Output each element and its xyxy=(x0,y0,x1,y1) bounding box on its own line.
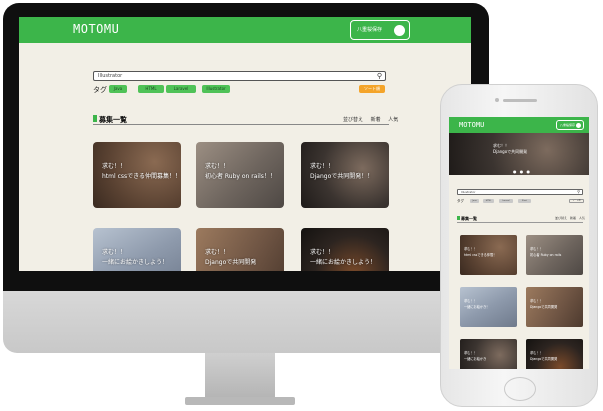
header-toggle-label: 八重桜保存 xyxy=(357,27,383,33)
sort-option-popular[interactable]: 人気 xyxy=(388,117,398,123)
card-title: 求む！！ xyxy=(530,299,543,303)
phone-search-input[interactable]: Illustrator ⚲ xyxy=(457,189,583,195)
sort-option-new[interactable]: 新着 xyxy=(570,216,576,220)
hero-subtitle: Djangoで共同開発 xyxy=(493,149,528,154)
phone-speaker xyxy=(503,99,537,102)
phone-section-divider xyxy=(457,222,583,223)
card-title: 求む！！ xyxy=(310,163,335,170)
toggle-knob-icon[interactable] xyxy=(394,25,405,36)
phone-post-card[interactable]: 求む！！ 一緒にお絵かき！ xyxy=(460,287,517,327)
phone-logo[interactable]: MOTOMU xyxy=(459,121,484,129)
card-title: 求む！！ xyxy=(205,249,230,256)
card-title: 求む！！ xyxy=(205,163,230,170)
phone-post-card[interactable]: 求む！！ 初心者 Ruby on rails xyxy=(526,235,583,275)
post-card[interactable]: 求む！！ html cssできる仲間募集！！ xyxy=(93,142,181,208)
phone-home-button[interactable] xyxy=(504,377,536,401)
phone-tag-illustrator[interactable]: Illust xyxy=(518,199,531,203)
site-header: MOTOMU 八重桜保存 xyxy=(19,17,471,43)
card-subtitle: Djangoで共同開発 xyxy=(530,357,558,361)
post-card[interactable]: 求む！！ Djangoで共同開発！！ xyxy=(301,142,389,208)
card-subtitle: 初心者 Ruby on rails！！ xyxy=(205,173,276,180)
monitor-stand xyxy=(205,353,275,399)
search-input[interactable]: Illustrator ⚲ xyxy=(93,71,386,81)
desktop-screen: MOTOMU 八重桜保存 Illustrator ⚲ タグ Java HTML … xyxy=(19,17,471,271)
tag-illustrator[interactable]: Illustrator xyxy=(202,85,230,93)
phone-post-card[interactable]: 求む！！ Djangoで共同開発 xyxy=(526,287,583,327)
card-subtitle: Djangoで共同開発 xyxy=(530,305,558,309)
card-subtitle: 一緒にお絵かきしよう！ xyxy=(102,259,169,266)
card-subtitle: html cssできる仲間募集！！ xyxy=(102,173,181,180)
card-subtitle: Djangoで共同開発 xyxy=(205,259,257,266)
card-title: 求む！！ xyxy=(464,351,477,355)
card-title: 求む！！ xyxy=(310,249,335,256)
phone-tags-label: タグ xyxy=(457,199,464,203)
sort-option-new[interactable]: 新着 xyxy=(371,117,381,123)
section-title-mark xyxy=(93,115,97,122)
toggle-knob-icon[interactable] xyxy=(576,123,581,128)
card-subtitle: html cssできる仲間！ xyxy=(464,253,497,257)
card-title: 求む！！ xyxy=(530,247,543,251)
phone-toggle-pill[interactable]: 八重桜保存 xyxy=(556,120,584,130)
phone-mockup: MOTOMU 八重桜保存 求む！！ Djangoで共同開発 ● ● ● Illu… xyxy=(440,84,598,407)
post-card[interactable]: 求む！！ Djangoで共同開発 xyxy=(196,228,284,271)
phone-header: MOTOMU 八重桜保存 xyxy=(449,117,589,133)
phone-camera xyxy=(495,98,499,102)
phone-sort-button[interactable]: ソート順 xyxy=(569,199,584,203)
sort-options: 並び替え 新着 人気 xyxy=(337,116,398,123)
card-subtitle: 一緒にお絵かき xyxy=(464,357,487,361)
card-subtitle: 一緒にお絵かき！ xyxy=(464,305,490,309)
phone-sort-options: 並び替え 新着 人気 xyxy=(553,216,585,220)
phone-post-card[interactable]: 求む！！ html cssできる仲間！ xyxy=(460,235,517,275)
desktop-mockup: MOTOMU 八重桜保存 Illustrator ⚲ タグ Java HTML … xyxy=(0,0,490,411)
sort-option-label: 並び替え xyxy=(343,117,364,123)
phone-hero-carousel[interactable]: 求む！！ Djangoで共同開発 ● ● ● xyxy=(449,133,589,175)
search-value: Illustrator xyxy=(98,73,123,79)
tag-java[interactable]: Java xyxy=(109,85,127,93)
post-card[interactable]: 求む！！ 初心者 Ruby on rails！！ xyxy=(196,142,284,208)
search-icon[interactable]: ⚲ xyxy=(577,189,580,194)
monitor-chin xyxy=(3,291,489,353)
card-title: 求む！！ xyxy=(464,247,477,251)
card-subtitle: 初心者 Ruby on rails xyxy=(530,253,562,257)
phone-post-card[interactable]: 求む！！ Djangoで共同開発 xyxy=(526,339,583,369)
site-logo[interactable]: MOTOMU xyxy=(73,22,119,36)
phone-section-mark xyxy=(457,216,460,220)
card-title: 求む！！ xyxy=(102,163,127,170)
phone-post-card[interactable]: 求む！！ 一緒にお絵かき xyxy=(460,339,517,369)
tags-label: タグ xyxy=(93,86,107,94)
post-card[interactable]: 求む！！ 一緒にお絵かきしよう！ xyxy=(301,228,389,271)
post-card[interactable]: 求む！！ 一緒にお絵かきしよう！ xyxy=(93,228,181,271)
phone-tag-laravel[interactable]: Laravel xyxy=(499,199,513,203)
section-divider xyxy=(93,124,389,125)
phone-toggle-label: 八重桜保存 xyxy=(560,123,576,127)
card-title: 求む！！ xyxy=(530,351,543,355)
phone-search-value: Illustrator xyxy=(461,190,476,194)
card-title: 求む！！ xyxy=(102,249,127,256)
header-toggle-pill[interactable]: 八重桜保存 xyxy=(350,20,410,40)
card-subtitle: Djangoで共同開発！！ xyxy=(310,173,374,180)
sort-option-popular[interactable]: 人気 xyxy=(579,216,585,220)
tag-html[interactable]: HTML xyxy=(138,85,164,93)
carousel-dots-icon[interactable]: ● ● ● xyxy=(513,169,531,174)
tag-laravel[interactable]: Laravel xyxy=(166,85,196,93)
card-title: 求む！！ xyxy=(464,299,477,303)
sort-option-label: 並び替え xyxy=(555,216,568,220)
phone-tag-java[interactable]: Java xyxy=(470,199,479,203)
phone-screen: MOTOMU 八重桜保存 求む！！ Djangoで共同開発 ● ● ● Illu… xyxy=(449,117,589,369)
phone-tag-html[interactable]: HTML xyxy=(483,199,494,203)
hero-title: 求む！！ xyxy=(493,143,509,148)
card-subtitle: 一緒にお絵かきしよう！ xyxy=(310,259,377,266)
search-icon[interactable]: ⚲ xyxy=(377,72,382,80)
sort-order-button[interactable]: ソート順 xyxy=(359,85,385,93)
monitor-foot xyxy=(185,397,295,405)
